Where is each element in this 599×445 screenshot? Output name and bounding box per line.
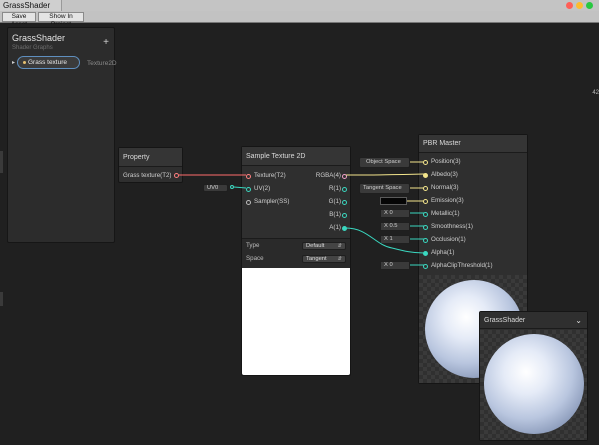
main-preview-sphere [484,334,584,434]
sample-node-title: Sample Texture 2D [242,147,350,166]
position-port-icon[interactable] [423,160,428,165]
emission-port-icon[interactable] [423,199,428,204]
normal-space-value: Tangent Space [363,185,402,191]
texture-input-label: Texture(T2) [254,172,286,179]
alpha-clip-port-icon[interactable] [423,264,428,269]
maximize-window-icon[interactable] [586,2,593,9]
metallic-value: X 0 [384,210,393,216]
alpha-input-label: Alpha(1) [431,249,455,256]
main-preview-viewport[interactable] [480,330,587,440]
uv-channel-field[interactable]: UV0 [203,184,228,192]
blackboard-title: GrassShader [12,33,66,43]
chevron-right-icon[interactable]: ▸ [12,59,15,66]
rgba-output-port-icon[interactable] [342,174,347,179]
save-asset-button[interactable]: Save Asset [2,12,36,28]
space-dropdown[interactable]: Tangent ⇵ [302,255,346,263]
type-dropdown[interactable]: Default ⇵ [302,242,346,250]
blackboard-panel: GrassShader Shader Graphs + ▸ Grass text… [7,27,117,243]
smoothness-field[interactable]: X 0.5 [380,222,410,231]
alpha-clip-value: X 0 [384,262,393,268]
emission-color-swatch[interactable] [380,197,407,205]
output-port-icon[interactable] [174,173,179,178]
position-space-value: Object Space [366,159,401,165]
rgba-output-label: RGBA(4) [315,172,341,179]
smoothness-port-icon[interactable] [423,225,428,230]
property-type: Texture2D [87,60,117,67]
occlusion-input-label: Occlusion(1) [431,236,466,243]
smoothness-input-label: Smoothness(1) [431,223,473,230]
g-output-label: G(1) [328,198,341,205]
b-output-label: B(1) [329,211,341,218]
albedo-input-label: Albedo(3) [431,171,458,178]
uv-connector-icon [230,185,234,189]
dropdown-caret-icon: ⇵ [337,243,342,249]
main-preview-window[interactable]: GrassShader ⌄ [479,311,588,441]
preview-title: GrassShader [480,312,587,329]
property-dot-icon [23,60,26,64]
minimize-window-icon[interactable] [576,2,583,9]
smoothness-value: X 0.5 [384,223,398,229]
metallic-input-label: Metallic(1) [431,210,460,217]
texture-input-port-icon[interactable] [246,174,251,179]
property-node[interactable]: Property Grass texture(T2) [118,147,183,183]
type-label: Type [246,242,260,249]
normal-port-icon[interactable] [423,186,428,191]
blackboard-subtitle: Shader Graphs [12,45,53,51]
pbr-node-title: PBR Master [419,135,527,153]
occlusion-value: X 1 [384,236,393,242]
window-title: GrassShader [3,1,51,10]
canvas-edge-marker [0,151,3,173]
b-output-port-icon[interactable] [342,213,347,218]
uv-input-port-icon[interactable] [246,187,251,192]
alpha-clip-input-label: AlphaClipThreshold(1) [431,262,493,269]
property-pill-grass-texture[interactable]: Grass texture [17,56,80,69]
window-top-strip [62,0,599,11]
alpha-port-icon[interactable] [423,251,428,256]
window-title-tab[interactable]: GrassShader [0,0,62,11]
sample-texture-node[interactable]: Sample Texture 2D Texture(T2) UV(2) Samp… [241,146,351,376]
r-output-label: R(1) [328,185,341,192]
alpha-clip-field[interactable]: X 0 [380,261,410,270]
sampler-input-label: Sampler(SS) [254,198,290,205]
toolbar: Save Asset Show In Project [0,11,599,28]
type-dropdown-value: Default [306,243,325,249]
albedo-port-icon[interactable] [423,173,428,178]
metallic-field[interactable]: X 0 [380,209,410,218]
position-input-label: Position(3) [431,158,461,165]
occlusion-port-icon[interactable] [423,238,428,243]
close-window-icon[interactable] [566,2,573,9]
property-node-title: Property [119,148,182,167]
sampler-input-port-icon[interactable] [246,200,251,205]
side-readout: 42 [592,90,599,96]
uv-channel-value: UV0 [207,185,219,191]
space-dropdown-value: Tangent [306,256,327,262]
property-name: Grass texture [28,59,68,66]
show-in-project-button[interactable]: Show In Project [38,12,84,28]
normal-space-field[interactable]: Tangent Space [359,183,410,194]
dropdown-caret-icon: ⇵ [337,256,342,262]
metallic-port-icon[interactable] [423,212,428,217]
normal-input-label: Normal(3) [431,184,459,191]
a-output-label: A(1) [329,224,341,231]
canvas-edge-marker [0,292,3,306]
g-output-port-icon[interactable] [342,200,347,205]
chevron-down-icon[interactable]: ⌄ [575,316,582,325]
uv-input-label: UV(2) [254,185,271,192]
property-output-label: Grass texture(T2) [123,172,172,179]
occlusion-field[interactable]: X 1 [380,235,410,244]
texture-preview [242,268,350,375]
r-output-port-icon[interactable] [342,187,347,192]
emission-input-label: Emission(3) [431,197,464,204]
a-output-port-icon[interactable] [342,226,347,231]
position-space-field[interactable]: Object Space [359,157,410,168]
plus-icon[interactable]: + [103,37,109,48]
space-label: Space [246,255,264,262]
